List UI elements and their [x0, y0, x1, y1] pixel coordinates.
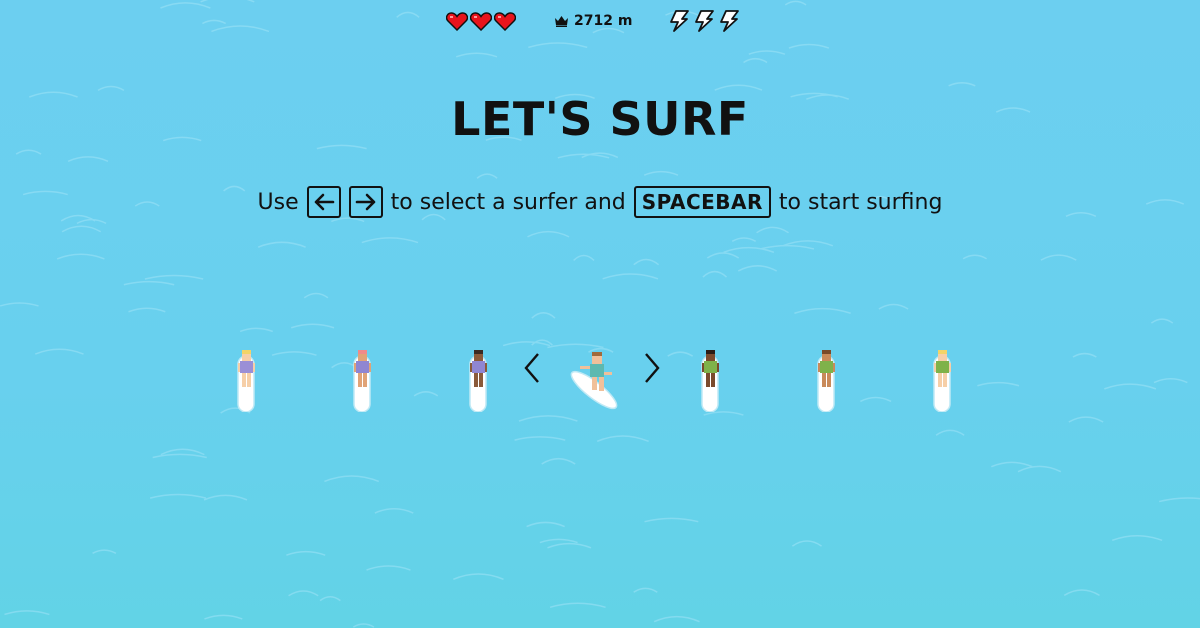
surfer-option-selected[interactable] — [566, 346, 626, 416]
boosts-display — [668, 10, 740, 32]
lives-display — [446, 10, 516, 32]
surfer-option[interactable] — [232, 348, 262, 412]
arrow-left-icon — [314, 193, 334, 211]
chevron-left-icon[interactable] — [520, 350, 544, 386]
character-select — [0, 340, 1200, 420]
surfer-option[interactable] — [812, 348, 842, 412]
surfer-option[interactable] — [348, 348, 378, 412]
lightning-bolt-icon — [695, 10, 714, 32]
heart-icon — [446, 11, 468, 31]
page-title: LET'S SURF — [451, 92, 749, 146]
arrow-right-icon — [355, 193, 375, 211]
instructions-use: Use — [257, 189, 299, 215]
surfer-option[interactable] — [464, 348, 494, 412]
instructions: Use to select a surfer and SPACEBAR to s… — [0, 186, 1200, 218]
crown-icon — [555, 15, 568, 27]
spacebar-key[interactable]: SPACEBAR — [633, 186, 771, 218]
surfer-option[interactable] — [928, 348, 958, 412]
hud: 2712 m — [0, 10, 1200, 32]
right-arrow-key[interactable] — [348, 186, 383, 218]
distance-value: 2712 m — [574, 13, 633, 29]
instructions-middle: to select a surfer and — [390, 189, 626, 215]
left-arrow-key[interactable] — [306, 186, 341, 218]
instructions-end: to start surfing — [778, 189, 943, 215]
distance-display: 2712 m — [555, 10, 632, 32]
heart-icon — [494, 11, 516, 31]
surfer-option[interactable] — [696, 348, 726, 412]
lightning-bolt-icon — [670, 10, 689, 32]
chevron-right-icon[interactable] — [640, 350, 664, 386]
lightning-bolt-icon — [720, 10, 739, 32]
heart-icon — [470, 11, 492, 31]
